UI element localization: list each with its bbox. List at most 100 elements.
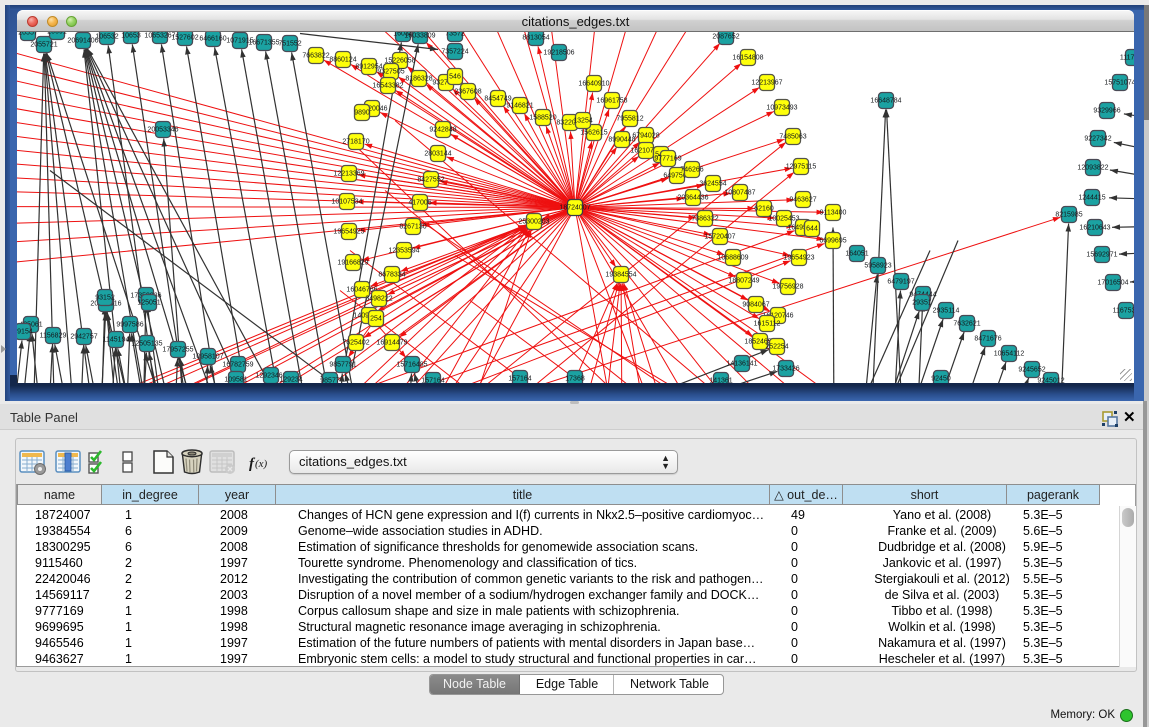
svg-text:164051: 164051 bbox=[845, 250, 868, 257]
svg-text:25300203: 25300203 bbox=[518, 218, 549, 225]
svg-text:20557: 20557 bbox=[18, 32, 38, 37]
svg-text:9997586: 9997586 bbox=[116, 321, 143, 328]
svg-text:9857791: 9857791 bbox=[329, 361, 356, 368]
svg-text:8186328: 8186328 bbox=[405, 75, 432, 82]
svg-text:9245012: 9245012 bbox=[1037, 377, 1064, 382]
svg-text:751552: 751552 bbox=[278, 40, 301, 47]
svg-text:6466160: 6466160 bbox=[199, 35, 226, 42]
svg-text:17016504: 17016504 bbox=[1097, 279, 1128, 286]
svg-text:1562615: 1562615 bbox=[580, 129, 607, 136]
svg-text:546: 546 bbox=[449, 73, 461, 80]
svg-text:10973493: 10973493 bbox=[766, 104, 797, 111]
svg-text:2087652: 2087652 bbox=[712, 33, 739, 40]
svg-text:93152: 93152 bbox=[95, 294, 115, 301]
svg-text:7663822: 7663822 bbox=[302, 52, 329, 59]
svg-text:14136141: 14136141 bbox=[726, 360, 757, 367]
svg-text:17368: 17368 bbox=[565, 375, 585, 382]
svg-text:16914479: 16914479 bbox=[376, 339, 407, 346]
svg-text:1733426: 1733426 bbox=[772, 365, 799, 372]
svg-text:125051: 125051 bbox=[137, 299, 160, 306]
svg-text:157164: 157164 bbox=[508, 375, 531, 382]
svg-text:3624554: 3624554 bbox=[699, 180, 726, 187]
svg-text:1244415: 1244415 bbox=[1078, 194, 1105, 201]
svg-text:10107534: 10107534 bbox=[331, 198, 362, 205]
svg-text:9146821: 9146821 bbox=[506, 102, 533, 109]
svg-text:39154: 39154 bbox=[17, 328, 33, 335]
svg-text:15720407: 15720407 bbox=[704, 233, 735, 240]
svg-text:20053346: 20053346 bbox=[147, 126, 178, 133]
svg-text:109581: 109581 bbox=[224, 376, 247, 382]
svg-text:106532: 106532 bbox=[95, 33, 118, 40]
svg-text:9242848: 9242848 bbox=[429, 126, 456, 133]
svg-text:1167533: 1167533 bbox=[1113, 307, 1134, 314]
svg-text:19384554: 19384554 bbox=[605, 271, 636, 278]
svg-text:7632621: 7632621 bbox=[953, 320, 980, 327]
svg-text:5958923: 5958923 bbox=[864, 262, 891, 269]
svg-text:8860124: 8860124 bbox=[329, 56, 356, 63]
svg-text:16671355: 16671355 bbox=[248, 39, 279, 46]
svg-text:19654923: 19654923 bbox=[783, 254, 814, 261]
svg-text:10807487: 10807487 bbox=[724, 189, 755, 196]
svg-text:62160: 62160 bbox=[754, 205, 774, 212]
svg-text:92450: 92450 bbox=[931, 375, 951, 382]
svg-text:10958107: 10958107 bbox=[192, 353, 223, 360]
svg-text:9890: 9890 bbox=[354, 109, 370, 116]
svg-text:18724007: 18724007 bbox=[559, 204, 590, 211]
svg-text:417006: 417006 bbox=[408, 199, 431, 206]
svg-text:252254: 252254 bbox=[765, 343, 788, 350]
svg-text:19756928: 19756928 bbox=[772, 283, 803, 290]
svg-text:10653: 10653 bbox=[121, 32, 141, 39]
svg-text:9113400: 9113400 bbox=[820, 209, 847, 216]
svg-text:16640910: 16640910 bbox=[578, 80, 609, 87]
svg-text:98577: 98577 bbox=[320, 377, 340, 382]
svg-text:1117364: 1117364 bbox=[1120, 54, 1134, 61]
svg-text:9084067: 9084067 bbox=[742, 301, 769, 308]
svg-text:1615112: 1615112 bbox=[754, 320, 781, 327]
svg-text:12353594: 12353594 bbox=[388, 247, 419, 254]
svg-text:9327505: 9327505 bbox=[377, 68, 404, 75]
svg-text:157164: 157164 bbox=[421, 377, 444, 382]
svg-text:2718170: 2718170 bbox=[342, 138, 369, 145]
svg-text:20364436: 20364436 bbox=[677, 194, 708, 201]
svg-text:8678334: 8678334 bbox=[378, 271, 405, 278]
svg-text:9777169: 9777169 bbox=[654, 155, 681, 162]
svg-text:1145194: 1145194 bbox=[103, 336, 130, 343]
svg-text:2803144: 2803144 bbox=[424, 150, 451, 157]
svg-text:7357224: 7357224 bbox=[441, 48, 468, 55]
svg-text:8215985: 8215985 bbox=[1055, 211, 1082, 218]
svg-text:16210643: 16210643 bbox=[1079, 224, 1110, 231]
svg-text:746266: 746266 bbox=[680, 166, 703, 173]
svg-text:9463627: 9463627 bbox=[789, 196, 816, 203]
svg-text:8471676: 8471676 bbox=[974, 335, 1001, 342]
svg-text:16961758: 16961758 bbox=[596, 97, 627, 104]
svg-text:10688609: 10688609 bbox=[717, 254, 748, 261]
svg-text:16782759: 16782759 bbox=[222, 361, 253, 368]
svg-text:7955812: 7955812 bbox=[616, 115, 643, 122]
svg-text:2935114: 2935114 bbox=[933, 307, 960, 314]
svg-text:1588520: 1588520 bbox=[529, 114, 556, 121]
svg-text:19218506: 19218506 bbox=[543, 49, 574, 56]
svg-text:7625402: 7625402 bbox=[342, 339, 369, 346]
svg-text:20691406: 20691406 bbox=[67, 37, 98, 44]
svg-text:8267130: 8267130 bbox=[399, 223, 426, 230]
svg-text:7485063: 7485063 bbox=[779, 133, 806, 140]
svg-text:20691: 20691 bbox=[47, 32, 67, 36]
svg-text:8427552: 8427552 bbox=[417, 176, 444, 183]
svg-text:15716485: 15716485 bbox=[396, 361, 427, 368]
svg-text:16033809: 16033809 bbox=[404, 32, 435, 39]
svg-text:141361: 141361 bbox=[709, 377, 732, 382]
svg-text:15692971: 15692971 bbox=[1086, 251, 1117, 258]
svg-text:18807249: 18807249 bbox=[728, 277, 759, 284]
svg-text:(x): (x) bbox=[255, 458, 268, 470]
svg-text:16154808: 16154808 bbox=[732, 54, 763, 61]
svg-text:644: 644 bbox=[806, 225, 818, 232]
svg-text:10654112: 10654112 bbox=[994, 350, 1025, 357]
svg-text:9329966: 9329966 bbox=[1093, 107, 1120, 114]
svg-text:1156829: 1156829 bbox=[40, 332, 67, 339]
svg-text:8813054: 8813054 bbox=[522, 34, 549, 41]
svg-text:9245652: 9245652 bbox=[1018, 366, 1045, 373]
svg-text:2367608: 2367608 bbox=[454, 88, 481, 95]
svg-text:254: 254 bbox=[370, 315, 382, 322]
svg-text:19654925: 19654925 bbox=[333, 228, 364, 235]
svg-text:3498222: 3498222 bbox=[365, 295, 392, 302]
